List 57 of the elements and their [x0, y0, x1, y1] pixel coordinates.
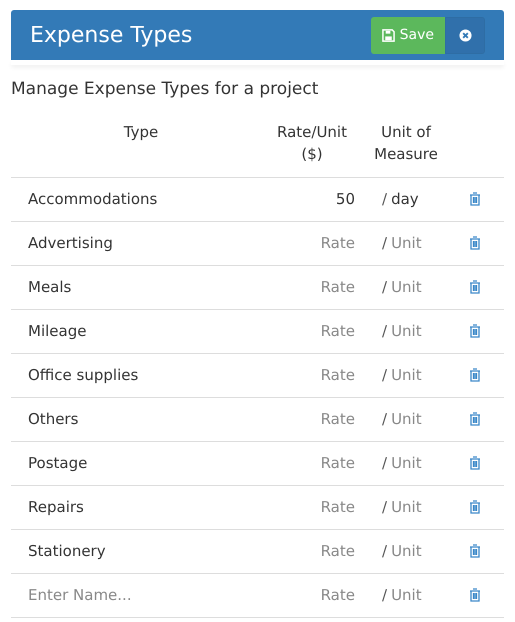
name-field[interactable]: Others: [28, 404, 258, 434]
close-button[interactable]: [445, 16, 485, 54]
rate-field[interactable]: Rate: [285, 492, 355, 522]
trash-icon[interactable]: [469, 456, 482, 470]
unit-field[interactable]: Unit: [391, 404, 452, 434]
column-header: Rate/Unit ($): [276, 122, 348, 164]
rate-field[interactable]: Rate: [285, 316, 355, 346]
rate-field[interactable]: Rate: [285, 448, 355, 478]
unit-field[interactable]: Unit: [391, 228, 452, 258]
slash: /: [382, 276, 388, 298]
rate-field[interactable]: Rate: [285, 536, 355, 566]
slash: /: [382, 364, 388, 386]
rate-field[interactable]: Rate: [285, 404, 355, 434]
name-field[interactable]: Repairs: [28, 492, 258, 522]
name-field[interactable]: Stationery: [28, 536, 258, 566]
name-field[interactable]: Accommodations: [28, 184, 258, 214]
column-header: Unit of Measure: [373, 122, 439, 164]
name-field[interactable]: Advertising: [28, 228, 258, 258]
rate-field[interactable]: Rate: [285, 360, 355, 390]
column-header: Type: [124, 122, 158, 140]
trash-icon[interactable]: [469, 588, 482, 602]
name-field[interactable]: Office supplies: [28, 360, 258, 390]
trash-icon[interactable]: [469, 236, 482, 250]
name-field[interactable]: Enter Name...: [28, 580, 258, 610]
slash: /: [382, 496, 388, 518]
slash: /: [382, 584, 388, 606]
slash: /: [382, 452, 388, 474]
trash-icon[interactable]: [469, 368, 482, 382]
unit-field[interactable]: Unit: [391, 360, 452, 390]
slash: /: [382, 188, 388, 210]
trash-icon[interactable]: [469, 280, 482, 294]
unit-field[interactable]: Unit: [391, 580, 452, 610]
trash-icon[interactable]: [469, 500, 482, 514]
rate-field[interactable]: 50: [285, 184, 355, 214]
trash-icon[interactable]: [469, 192, 482, 206]
slash: /: [382, 320, 388, 342]
slash: /: [382, 540, 388, 562]
unit-field[interactable]: Unit: [391, 448, 452, 478]
unit-field[interactable]: day: [391, 184, 452, 214]
rate-field[interactable]: Rate: [285, 272, 355, 302]
trash-icon[interactable]: [469, 412, 482, 426]
slash: /: [382, 408, 388, 430]
subtitle: Manage Expense Types for a project: [11, 78, 320, 101]
name-field[interactable]: Postage: [28, 448, 258, 478]
name-field[interactable]: Mileage: [28, 316, 258, 346]
unit-field[interactable]: Unit: [391, 316, 452, 346]
slash: /: [382, 232, 388, 254]
page-title: Expense Types: [30, 22, 194, 50]
unit-field[interactable]: Unit: [391, 272, 452, 302]
rate-field[interactable]: Rate: [285, 580, 355, 610]
close-icon: [458, 28, 472, 42]
unit-field[interactable]: Unit: [391, 536, 452, 566]
unit-field[interactable]: Unit: [391, 492, 452, 522]
name-field[interactable]: Meals: [28, 272, 258, 302]
trash-icon[interactable]: [469, 324, 482, 338]
rate-field[interactable]: Rate: [285, 228, 355, 258]
trash-icon[interactable]: [469, 544, 482, 558]
